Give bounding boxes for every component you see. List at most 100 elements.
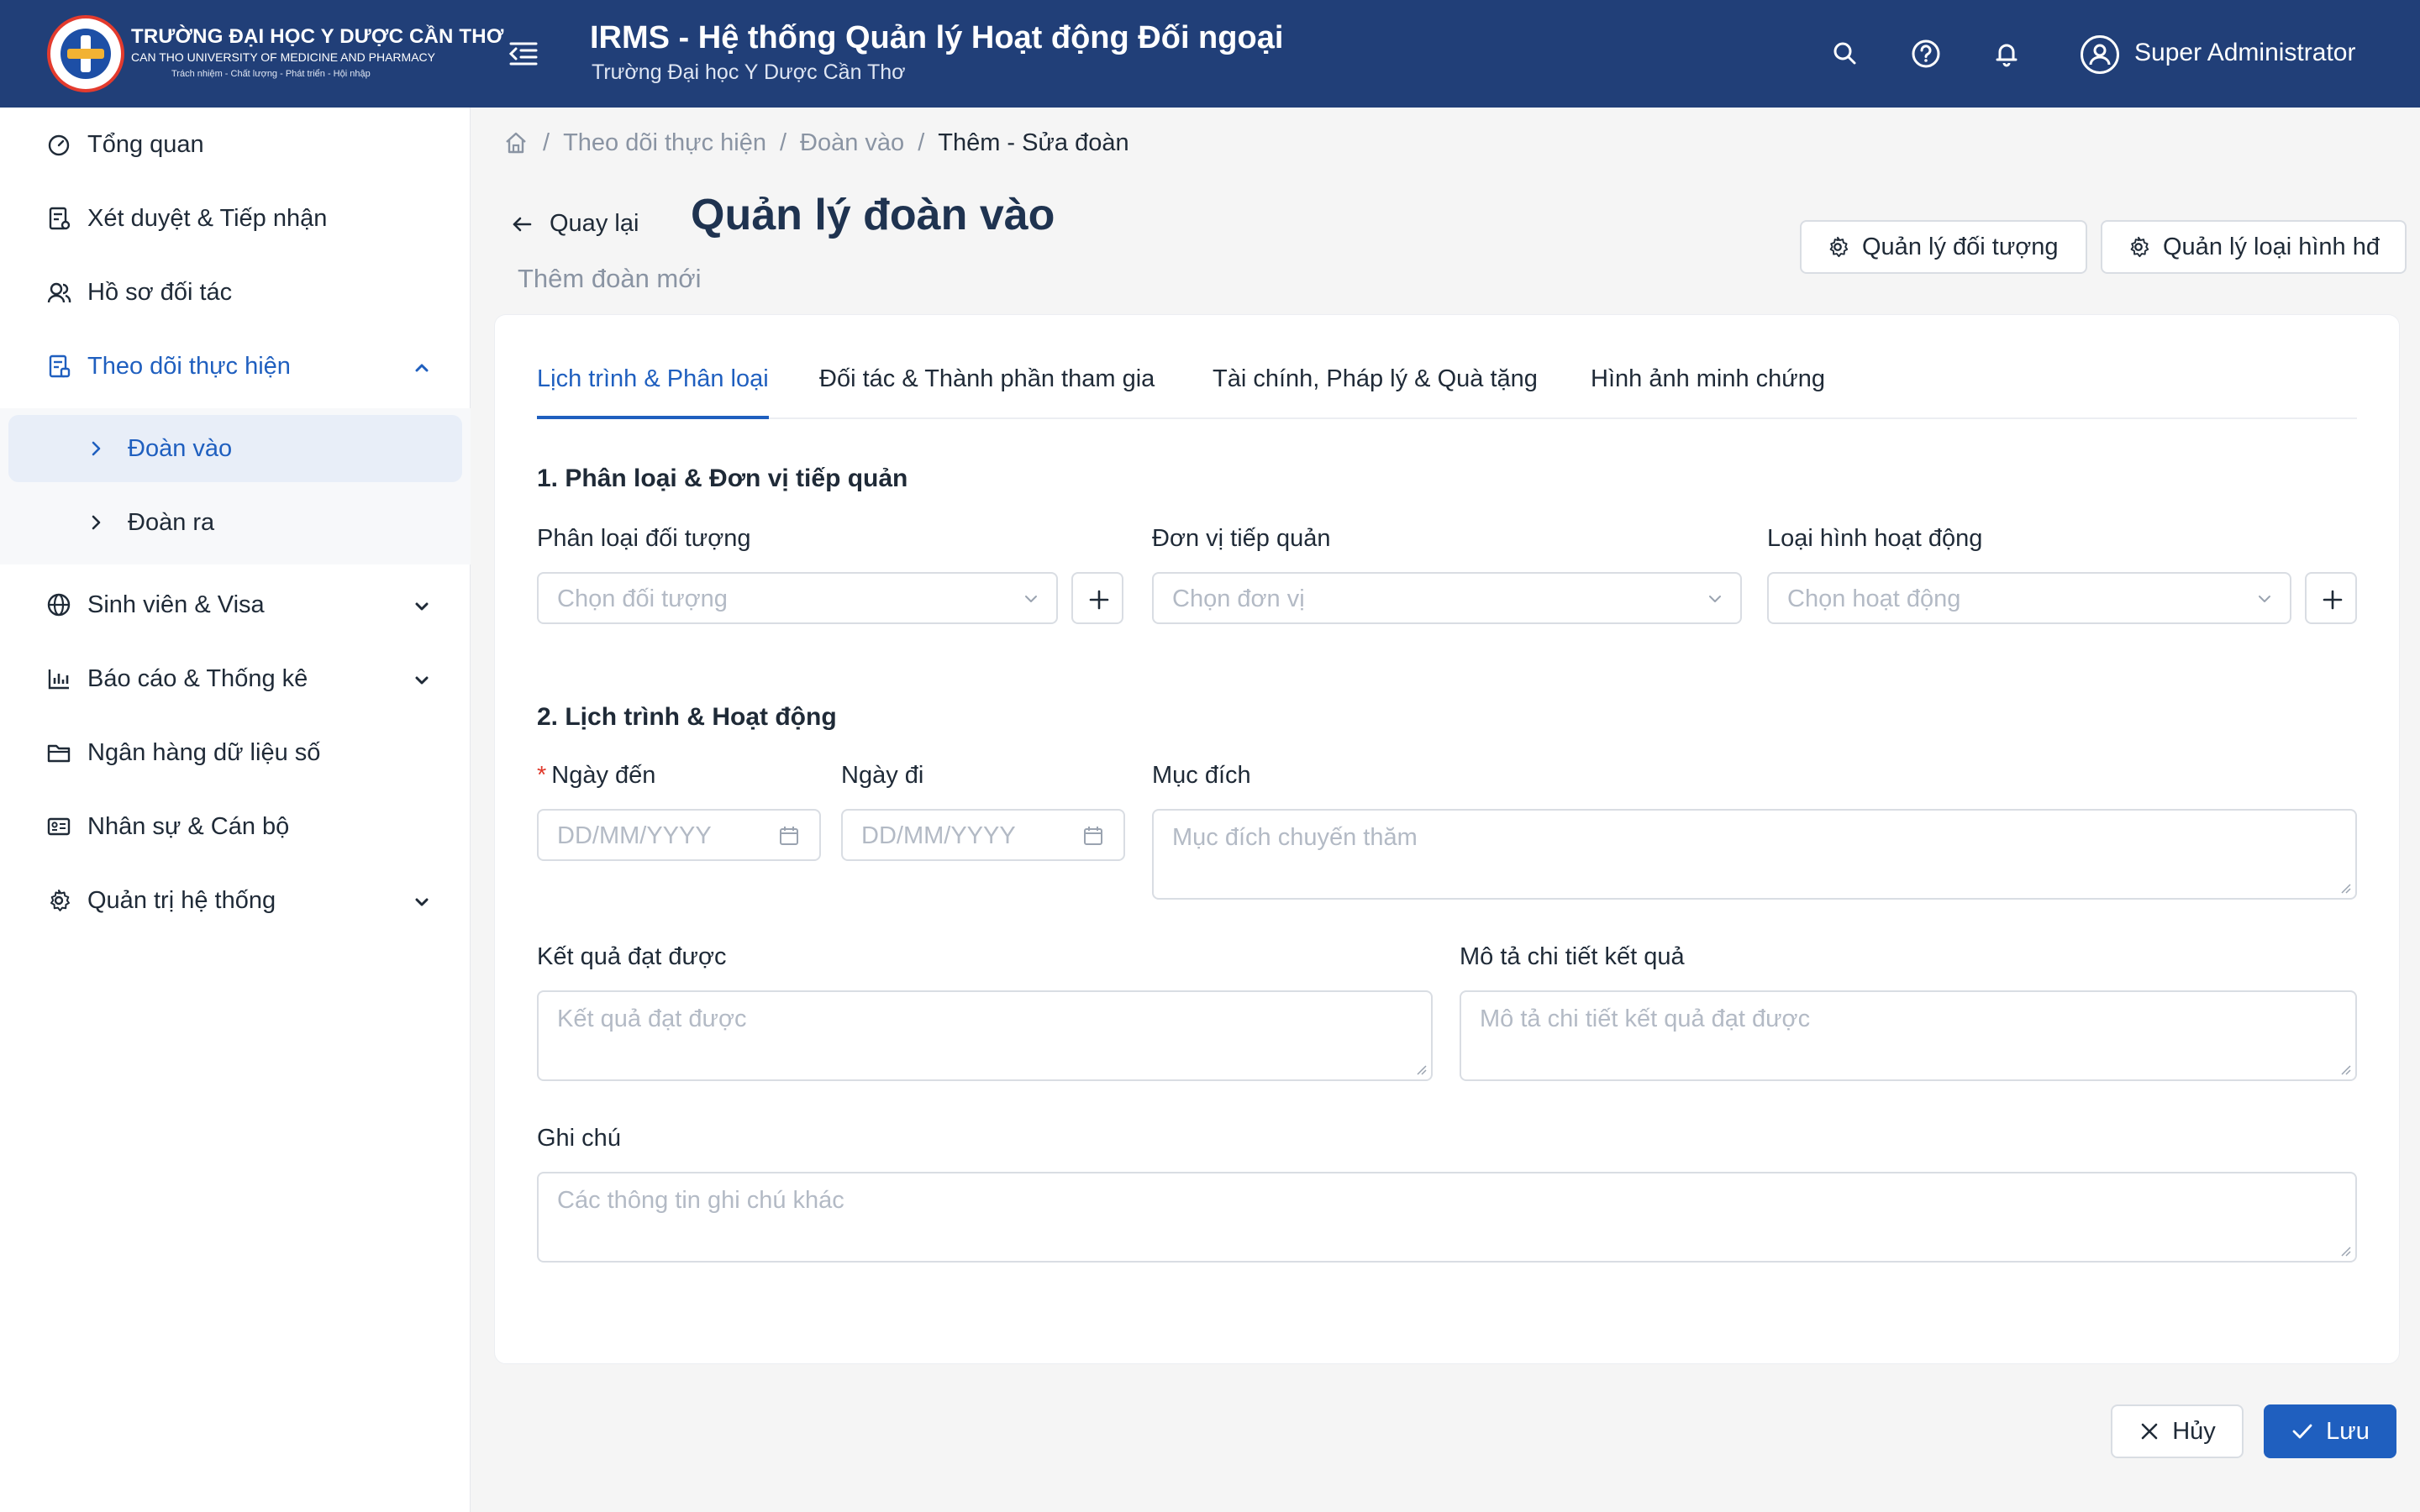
note-textarea[interactable]: Các thông tin ghi chú khác (537, 1172, 2357, 1263)
globe-icon (47, 593, 71, 617)
app-subtitle: Trường Đại học Y Dược Cần Thơ (592, 60, 906, 84)
gear-icon (2130, 236, 2149, 258)
required-asterisk: * (537, 762, 547, 789)
chevron-right-icon (92, 441, 101, 456)
tab-evidence-images[interactable]: Hình ảnh minh chứng (1591, 365, 1825, 419)
sidebar-item-approval[interactable]: Xét duyệt & Tiếp nhận (0, 181, 471, 255)
back-button-label: Quay lại (550, 210, 639, 237)
id-card-icon (47, 817, 71, 836)
note-placeholder: Các thông tin ghi chú khác (557, 1187, 844, 1214)
gear-icon (50, 890, 70, 911)
activity-type-select[interactable]: Chọn hoạt động (1767, 572, 2291, 624)
breadcrumb-link-inbound[interactable]: Đoàn vào (800, 129, 904, 157)
arrival-date-label-text: Ngày đến (551, 762, 656, 789)
cancel-button[interactable]: Hủy (2111, 1404, 2244, 1458)
resize-grip-icon[interactable] (2338, 881, 2352, 895)
plus-icon (2323, 590, 2343, 610)
dashboard-icon (48, 134, 70, 156)
sidebar-item-label: Quản trị hệ thống (87, 887, 276, 914)
chevron-right-icon (92, 515, 101, 530)
section-title: 1. Phân loại & Đơn vị tiếp quản (537, 465, 908, 492)
manage-objects-label: Quản lý đối tượng (1862, 233, 2059, 260)
sidebar-subitem-label: Đoàn vào (128, 435, 233, 462)
tab-bar: Lịch trình & Phân loại Đối tác & Thành p… (537, 365, 2357, 419)
activity-type-label: Loại hình hoạt động (1767, 525, 1983, 552)
result-placeholder: Kết quả đạt được (557, 1005, 747, 1032)
object-type-select[interactable]: Chọn đối tượng (537, 572, 1058, 624)
object-type-label: Phân loại đối tượng (537, 525, 751, 552)
purpose-textarea[interactable]: Mục đích chuyến thăm (1152, 809, 2357, 900)
sidebar-item-tracking[interactable]: Theo dõi thực hiện (0, 329, 471, 403)
departure-date-placeholder: DD/MM/YYYY (861, 822, 1016, 849)
user-avatar-icon[interactable] (2081, 35, 2119, 74)
sidebar-subitem-inbound-delegation[interactable]: Đoàn vào (8, 415, 462, 482)
departure-date-input[interactable]: DD/MM/YYYY (841, 809, 1125, 861)
object-type-placeholder: Chọn đối tượng (557, 585, 728, 612)
host-unit-placeholder: Chọn đơn vị (1172, 585, 1305, 612)
form-card: Lịch trình & Phân loại Đối tác & Thành p… (494, 314, 2400, 1364)
arrival-date-placeholder: DD/MM/YYYY (557, 822, 712, 849)
resize-grip-icon[interactable] (1414, 1063, 1428, 1076)
manage-activity-types-button[interactable]: Quản lý loại hình hđ (2101, 220, 2407, 274)
sidebar-item-partners[interactable]: Hồ sơ đối tác (0, 255, 471, 329)
host-unit-select[interactable]: Chọn đơn vị (1152, 572, 1742, 624)
sidebar-item-reports[interactable]: Báo cáo & Thống kê (0, 642, 471, 716)
home-icon[interactable] (502, 129, 529, 156)
add-activity-type-button[interactable] (2305, 572, 2357, 624)
tracking-icon (49, 354, 71, 378)
manage-activity-types-label: Quản lý loại hình hđ (2163, 233, 2380, 260)
chevron-down-icon[interactable] (410, 595, 434, 618)
chevron-down-icon (2259, 596, 2270, 602)
tab-partners-participants[interactable]: Đối tác & Thành phần tham gia (819, 365, 1155, 419)
logo-motto: Trách nhiệm - Chất lượng - Phát triển - … (171, 69, 371, 79)
partners-icon (47, 282, 71, 303)
sidebar-item-label: Hồ sơ đối tác (87, 279, 233, 306)
sidebar-item-overview[interactable]: Tổng quan (0, 108, 471, 181)
search-icon[interactable] (1828, 37, 1862, 71)
menu-toggle-icon[interactable] (508, 39, 539, 69)
approval-icon (49, 207, 71, 230)
user-name[interactable]: Super Administrator (2134, 39, 2355, 67)
sidebar-item-students-visa[interactable]: Sinh viên & Visa (0, 568, 471, 642)
folder-icon (47, 744, 71, 763)
sidebar-item-system-admin[interactable]: Quản trị hệ thống (0, 864, 471, 937)
breadcrumb-link-tracking[interactable]: Theo dõi thực hiện (563, 129, 766, 157)
breadcrumb: / Theo dõi thực hiện / Đoàn vào / Thêm -… (502, 126, 1129, 160)
resize-grip-icon[interactable] (2338, 1063, 2352, 1076)
calendar-icon[interactable] (1081, 824, 1105, 848)
add-object-type-button[interactable] (1071, 572, 1123, 624)
result-textarea[interactable]: Kết quả đạt được (537, 990, 1433, 1081)
chevron-down-icon (1709, 596, 1721, 602)
resize-grip-icon[interactable] (2338, 1244, 2352, 1257)
chevron-down-icon[interactable] (410, 890, 434, 914)
result-detail-placeholder: Mô tả chi tiết kết quả đạt được (1480, 1005, 1811, 1032)
result-detail-textarea[interactable]: Mô tả chi tiết kết quả đạt được (1460, 990, 2357, 1081)
host-unit-label: Đơn vị tiếp quản (1152, 525, 1331, 552)
sidebar-submenu-tracking: Đoàn vào Đoàn ra (0, 408, 471, 564)
sidebar: Tổng quan Xét duyệt & Tiếp nhận Hồ sơ đố… (0, 108, 471, 1512)
sidebar-item-digital-data-bank[interactable]: Ngân hàng dữ liệu số (0, 716, 471, 790)
notification-bell-icon[interactable] (1990, 37, 2023, 71)
page-subtitle: Thêm đoàn mới (518, 264, 702, 293)
university-logo (47, 15, 124, 92)
chevron-up-icon[interactable] (410, 356, 434, 380)
chevron-down-icon[interactable] (410, 669, 434, 692)
calendar-icon[interactable] (777, 824, 801, 848)
back-button[interactable]: Quay lại (509, 210, 639, 238)
sidebar-item-label: Tổng quan (87, 131, 204, 158)
app-header: TRƯỜNG ĐẠI HỌC Y DƯỢC CẦN THƠ CAN THO UN… (0, 0, 2420, 108)
sidebar-item-staff[interactable]: Nhân sự & Cán bộ (0, 790, 471, 864)
arrival-date-input[interactable]: DD/MM/YYYY (537, 809, 821, 861)
tab-finance-legal-gifts[interactable]: Tài chính, Pháp lý & Quà tặng (1213, 365, 1538, 419)
sidebar-item-label: Nhân sự & Cán bộ (87, 813, 290, 840)
chevron-down-icon (1025, 596, 1037, 602)
section-title: 2. Lịch trình & Hoạt động (537, 703, 837, 731)
chart-icon (48, 669, 69, 690)
activity-type-placeholder: Chọn hoạt động (1787, 585, 1961, 612)
save-button[interactable]: Lưu (2264, 1404, 2396, 1458)
purpose-label: Mục đích (1152, 762, 1251, 789)
help-icon[interactable] (1909, 37, 1943, 71)
sidebar-subitem-outbound-delegation[interactable]: Đoàn ra (8, 489, 462, 556)
manage-objects-button[interactable]: Quản lý đối tượng (1800, 220, 2087, 274)
tab-schedule-classification[interactable]: Lịch trình & Phân loại (537, 365, 769, 419)
